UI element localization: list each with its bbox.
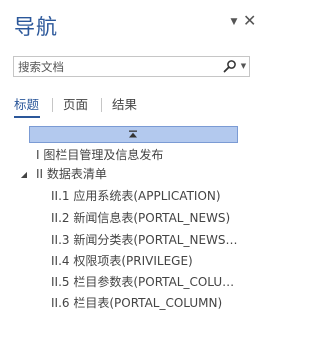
subheading-item[interactable]: II.4 权限项表(PRIVILEGE): [51, 252, 193, 271]
tab-headings[interactable]: 标题: [14, 96, 39, 114]
scroll-to-top-button[interactable]: [29, 126, 238, 143]
chevron-down-icon[interactable]: ▼: [239, 59, 248, 74]
subheading-item[interactable]: II.2 新闻信息表(PORTAL_NEWS): [51, 209, 230, 228]
nav-tabs: 标题 页面 结果: [0, 96, 256, 120]
close-icon[interactable]: ✕: [243, 12, 256, 30]
search-input[interactable]: [14, 57, 218, 76]
active-tab-indicator: [14, 116, 40, 118]
subheading-item[interactable]: II.5 栏目参数表(PORTAL_COLU…: [51, 273, 234, 292]
tab-results[interactable]: 结果: [112, 96, 137, 114]
scroll-to-top-icon: [129, 130, 137, 138]
subheading-item[interactable]: II.1 应用系统表(APPLICATION): [51, 187, 221, 206]
search-box[interactable]: ▼: [13, 56, 250, 77]
triangle-down-icon[interactable]: ▼: [228, 15, 240, 29]
tab-pages[interactable]: 页面: [63, 96, 88, 114]
heading-item[interactable]: II 数据表清单: [36, 165, 107, 184]
subheading-item[interactable]: II.6 栏目表(PORTAL_COLUMN): [51, 294, 222, 313]
tab-divider: [101, 98, 102, 112]
collapse-triangle-icon[interactable]: ◢: [19, 165, 29, 184]
heading-item[interactable]: I 图栏目管理及信息发布: [36, 146, 163, 165]
subheading-item[interactable]: II.3 新闻分类表(PORTAL_NEWS…: [51, 231, 238, 250]
search-magnifier-icon[interactable]: [222, 59, 238, 74]
pane-title: 导航: [14, 15, 58, 39]
tab-divider: [52, 98, 53, 112]
